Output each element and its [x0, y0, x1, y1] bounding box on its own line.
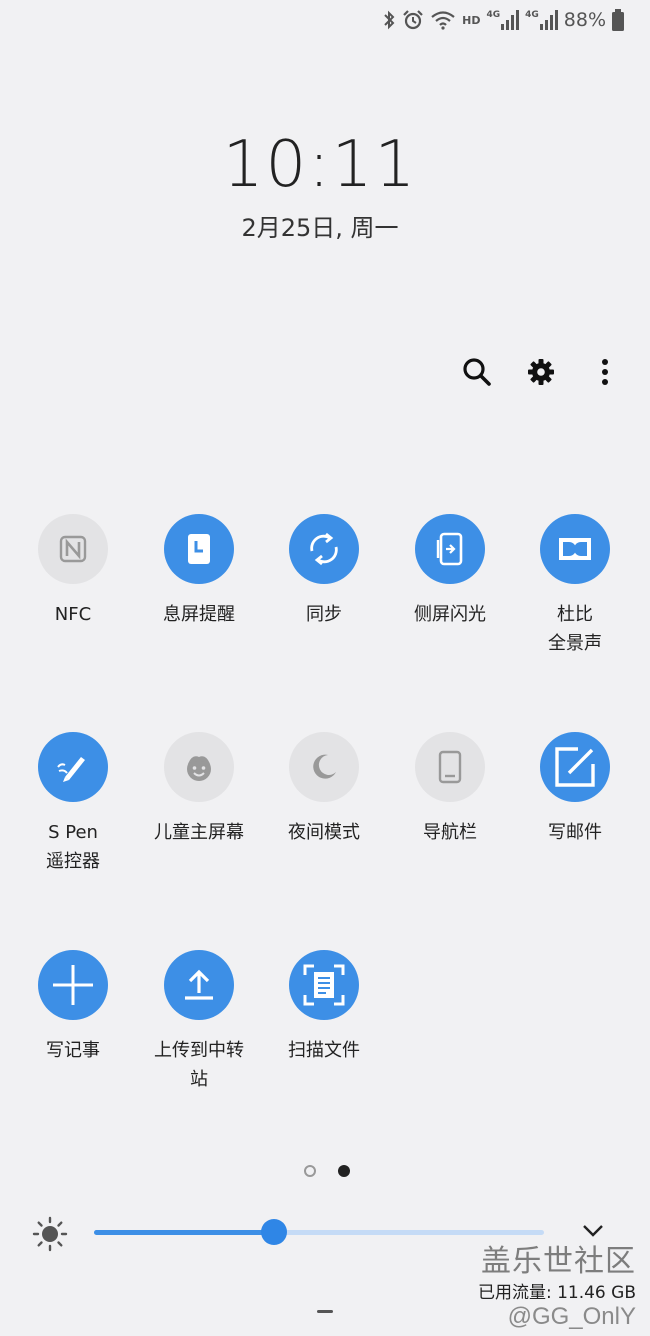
tile-sync[interactable]: 同步: [261, 514, 387, 629]
network-type-label: HD: [462, 13, 481, 27]
panel-drag-handle[interactable]: [317, 1310, 333, 1313]
watermark: 盖乐世社区 已用流量: 11.46 GB @GG_OnlY: [478, 1236, 636, 1331]
more-options-button[interactable]: [590, 354, 620, 390]
tile-edge-lighting[interactable]: 侧屏闪光: [387, 514, 513, 629]
brightness-slider-thumb[interactable]: [261, 1219, 287, 1245]
tile-label: 导航栏: [423, 822, 477, 843]
status-bar: HD 4G 4G 88%: [382, 6, 624, 34]
tile-dolby-atmos-toggle[interactable]: [540, 514, 610, 584]
signal-1: 4G: [486, 10, 520, 30]
tile-upload-transfer[interactable]: 上传到中转 站: [136, 950, 262, 1094]
tile-label: 儿童主屏幕: [154, 822, 244, 843]
signal-1-label: 4G: [486, 10, 501, 20]
compose-email-icon: [555, 747, 595, 787]
tile-label: 侧屏闪光: [414, 604, 486, 625]
bluetooth-icon: [384, 10, 395, 30]
watermark-user: @GG_OnlY: [507, 1303, 636, 1330]
sync-icon: [310, 532, 338, 566]
tile-compose-email-toggle[interactable]: [540, 732, 610, 802]
signal-2-label: 4G: [525, 10, 539, 20]
tile-label: 扫描文件: [288, 1040, 360, 1061]
tile-night-mode-toggle[interactable]: [289, 732, 359, 802]
data-usage-text: 已用流量: 11.46 GB: [477, 1283, 636, 1303]
tile-spen-remote[interactable]: S Pen 遥控器: [10, 732, 136, 876]
nfc-icon: [59, 535, 87, 563]
wifi-icon: [431, 11, 455, 30]
watermark-title: 盖乐世社区: [481, 1244, 636, 1279]
tile-label: 写记事: [46, 1040, 100, 1061]
tile-navigation-bar[interactable]: 导航栏: [387, 732, 513, 847]
brightness-slider-fill: [94, 1230, 274, 1235]
tile-label: 息屏提醒: [163, 604, 235, 625]
tile-write-note[interactable]: 写记事: [10, 950, 136, 1065]
spen-icon: [57, 757, 85, 782]
tile-navigation-bar-toggle[interactable]: [415, 732, 485, 802]
gear-icon: [528, 359, 554, 385]
dolby-icon: [559, 538, 591, 560]
settings-button[interactable]: [526, 354, 556, 390]
tile-night-mode[interactable]: 夜间模式: [261, 732, 387, 847]
battery-icon: [612, 9, 624, 31]
search-button[interactable]: [462, 354, 492, 390]
tile-label: 上传到中转 站: [154, 1040, 244, 1090]
tile-always-on-display-toggle[interactable]: [164, 514, 234, 584]
tile-scan-document[interactable]: 扫描文件: [261, 950, 387, 1065]
plus-icon: [53, 965, 93, 1005]
clock-time[interactable]: 10:11: [0, 128, 640, 202]
tile-write-note-toggle[interactable]: [38, 950, 108, 1020]
sun-icon: [32, 1216, 68, 1252]
page-dot-2-current[interactable]: [338, 1165, 350, 1177]
tile-kids-home[interactable]: 儿童主屏幕: [136, 732, 262, 847]
tile-kids-home-toggle[interactable]: [164, 732, 234, 802]
tile-label: NFC: [54, 604, 92, 625]
tile-label: 写邮件: [548, 822, 602, 843]
tile-dolby-atmos[interactable]: 杜比 全景声: [512, 514, 638, 658]
page-indicator: [304, 1165, 350, 1177]
always-on-display-icon: [188, 534, 210, 564]
search-icon: [463, 358, 491, 386]
tile-label: 杜比 全景声: [548, 604, 602, 654]
tile-label: 夜间模式: [288, 822, 360, 843]
tile-nfc[interactable]: NFC: [10, 514, 136, 629]
more-vertical-icon: [602, 359, 608, 385]
signal-bars-icon: [501, 10, 520, 30]
scan-document-icon: [303, 964, 345, 1006]
brightness-slider-track[interactable]: [94, 1230, 544, 1235]
tile-scan-document-toggle[interactable]: [289, 950, 359, 1020]
tile-label: 同步: [306, 604, 342, 625]
battery-percentage: 88%: [563, 9, 606, 31]
navigation-bar-icon: [438, 750, 462, 784]
edge-lighting-icon: [436, 532, 463, 566]
tile-upload-transfer-toggle[interactable]: [164, 950, 234, 1020]
tile-nfc-toggle[interactable]: [38, 514, 108, 584]
tile-edge-lighting-toggle[interactable]: [415, 514, 485, 584]
quick-panel-actions: [462, 354, 620, 390]
moon-icon: [313, 754, 336, 779]
tile-always-on-display[interactable]: 息屏提醒: [136, 514, 262, 629]
signal-bars-icon: [539, 10, 558, 30]
page-dot-1[interactable]: [304, 1165, 316, 1177]
upload-icon: [185, 969, 213, 1000]
tile-spen-remote-toggle[interactable]: [38, 732, 108, 802]
tile-compose-email[interactable]: 写邮件: [512, 732, 638, 847]
kids-home-icon: [187, 756, 211, 781]
tile-sync-toggle[interactable]: [289, 514, 359, 584]
signal-2: 4G: [525, 10, 558, 30]
clock-date[interactable]: 2月25日, 周一: [0, 208, 640, 243]
alarm-icon: [403, 10, 423, 30]
tile-label: S Pen 遥控器: [46, 822, 100, 872]
